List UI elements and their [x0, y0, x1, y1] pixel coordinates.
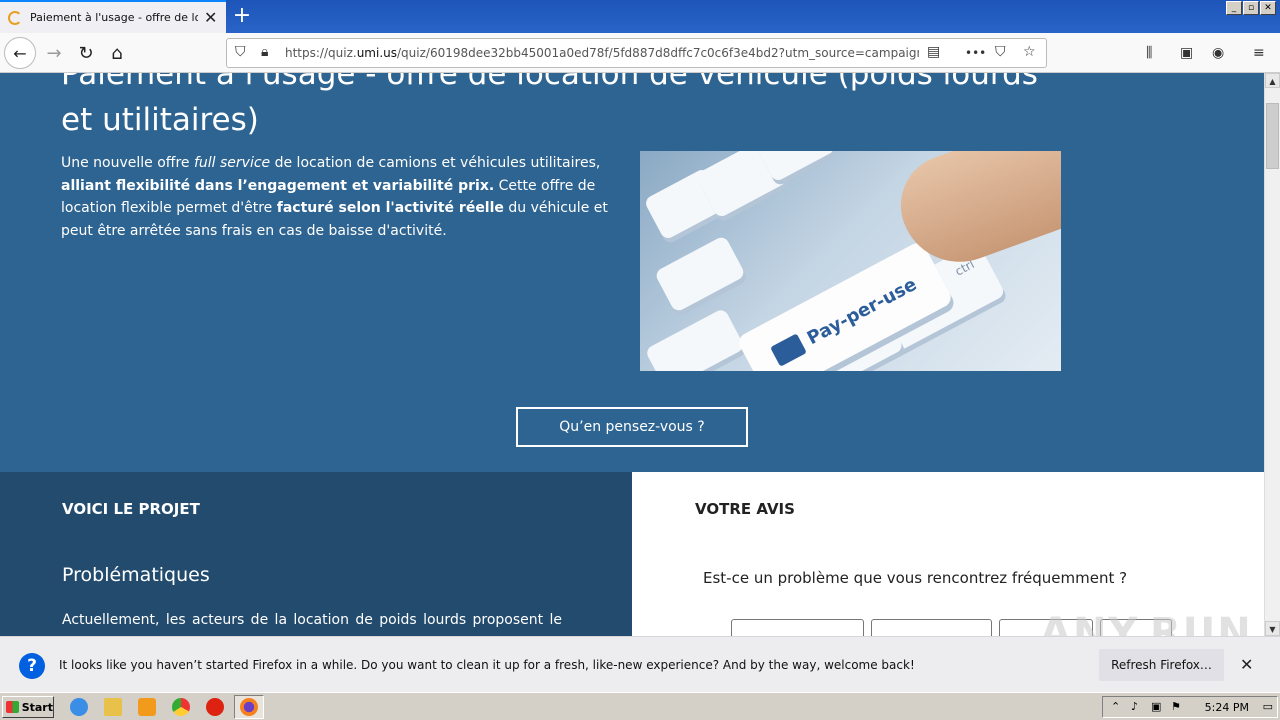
minimize-button[interactable]: _: [1226, 1, 1242, 15]
arrow-right-icon: →: [46, 42, 62, 64]
reload-button[interactable]: ↻: [70, 37, 102, 69]
start-button[interactable]: Start: [2, 696, 54, 718]
pay-per-use-keyboard-image: ctrl alt Pay-per-use: [640, 151, 1061, 371]
window-controls: _ ▫ ✕: [1226, 1, 1276, 15]
reload-icon: ↻: [78, 42, 94, 64]
chrome-icon[interactable]: [172, 698, 190, 716]
account-icon[interactable]: ◉: [1212, 45, 1224, 61]
scroll-up-icon[interactable]: ▲: [1265, 73, 1280, 88]
explorer-icon[interactable]: [104, 698, 122, 716]
sidebar-icon[interactable]: ▣: [1180, 45, 1193, 61]
ie-icon[interactable]: [70, 698, 88, 716]
opera-icon[interactable]: [206, 698, 224, 716]
refresh-firefox-button[interactable]: Refresh Firefox…: [1099, 649, 1224, 681]
notification-bar: ? It looks like you haven’t started Fire…: [0, 636, 1280, 692]
notification-message: It looks like you haven’t started Firefo…: [59, 658, 915, 672]
scroll-thumb[interactable]: [1266, 103, 1279, 169]
shield-icon[interactable]: ⛉: [235, 44, 246, 60]
close-window-button[interactable]: ✕: [1260, 1, 1276, 15]
clock: 5:24 PM: [1204, 701, 1249, 714]
survey-question: Est-ce un problème que vous rencontrez f…: [703, 569, 1128, 587]
project-section: VOICI LE PROJET Problématiques Actuellem…: [0, 472, 632, 636]
library-icon[interactable]: ⫼: [1146, 45, 1152, 61]
tray-expand-icon[interactable]: ⌃: [1111, 700, 1120, 713]
bookmark-star-icon[interactable]: ☆: [1023, 44, 1036, 60]
taskbar-firefox-active[interactable]: [234, 695, 264, 719]
url-bar[interactable]: ⛉ 🔒︎ https://quiz.umi.us/quiz/60198dee32…: [226, 38, 1047, 68]
pay-per-use-key: Pay-per-use: [735, 239, 955, 371]
hero-description: Une nouvelle offre full service de locat…: [61, 155, 608, 239]
home-button[interactable]: ⌂: [101, 37, 133, 69]
menu-icon[interactable]: ≡: [1253, 45, 1265, 61]
flag-icon[interactable]: ⚑: [1171, 700, 1181, 713]
new-tab-button[interactable]: +: [230, 2, 254, 30]
navigation-toolbar: ← → ↻ ⌂ ⛉ 🔒︎ https://quiz.umi.us/quiz/60…: [0, 33, 1280, 73]
answer-option[interactable]: [871, 619, 992, 636]
forward-button[interactable]: →: [38, 37, 70, 69]
feedback-button[interactable]: Qu’en pensez-vous ?: [516, 407, 748, 447]
tab-title: Paiement à l'usage - offre de locati: [30, 11, 198, 24]
close-tab-icon[interactable]: ✕: [204, 8, 217, 27]
volume-icon[interactable]: ♪: [1131, 700, 1138, 713]
firefox-icon: [240, 698, 258, 716]
problems-heading: Problématiques: [62, 564, 210, 586]
home-icon: ⌂: [111, 42, 123, 64]
folder-icon: [769, 333, 807, 367]
question-icon: ?: [19, 653, 45, 679]
windows-logo-icon: [6, 701, 19, 713]
opinion-heading: VOTRE AVIS: [695, 500, 795, 518]
tab-active[interactable]: Paiement à l'usage - offre de locati ✕: [0, 0, 226, 33]
close-notification-icon[interactable]: ✕: [1240, 655, 1253, 674]
restore-button[interactable]: ▫: [1243, 1, 1259, 15]
project-text: Actuellement, les acteurs de la location…: [62, 612, 562, 628]
taskbar: Start ⌃ ♪ ▣ ⚑ 5:24 PM ▭: [0, 692, 1280, 720]
lock-icon[interactable]: 🔒︎: [261, 44, 268, 60]
page-content: Paiement à l'usage - offre de location d…: [0, 73, 1264, 636]
network-icon[interactable]: ▣: [1151, 700, 1161, 713]
url-text[interactable]: https://quiz.umi.us/quiz/60198dee32bb450…: [285, 46, 919, 60]
arrow-left-icon: ←: [13, 43, 27, 63]
tab-strip: Paiement à l'usage - offre de locati ✕ +…: [0, 0, 1280, 33]
loading-icon: [8, 10, 22, 25]
pocket-icon[interactable]: ⛉: [995, 44, 1006, 60]
page-actions-icon[interactable]: •••: [965, 46, 986, 60]
back-button[interactable]: ←: [4, 37, 36, 69]
scroll-down-icon[interactable]: ▼: [1265, 621, 1280, 636]
page-title: Paiement à l'usage - offre de location d…: [61, 73, 1038, 138]
vertical-scrollbar[interactable]: ▲ ▼: [1264, 73, 1280, 636]
project-heading: VOICI LE PROJET: [62, 500, 200, 518]
answer-option[interactable]: [731, 619, 864, 636]
reader-view-icon[interactable]: ▤: [927, 44, 940, 60]
media-player-icon[interactable]: [138, 698, 156, 716]
show-desktop-icon[interactable]: ▭: [1263, 700, 1273, 713]
system-tray: ⌃ ♪ ▣ ⚑ 5:24 PM ▭: [1102, 696, 1278, 718]
